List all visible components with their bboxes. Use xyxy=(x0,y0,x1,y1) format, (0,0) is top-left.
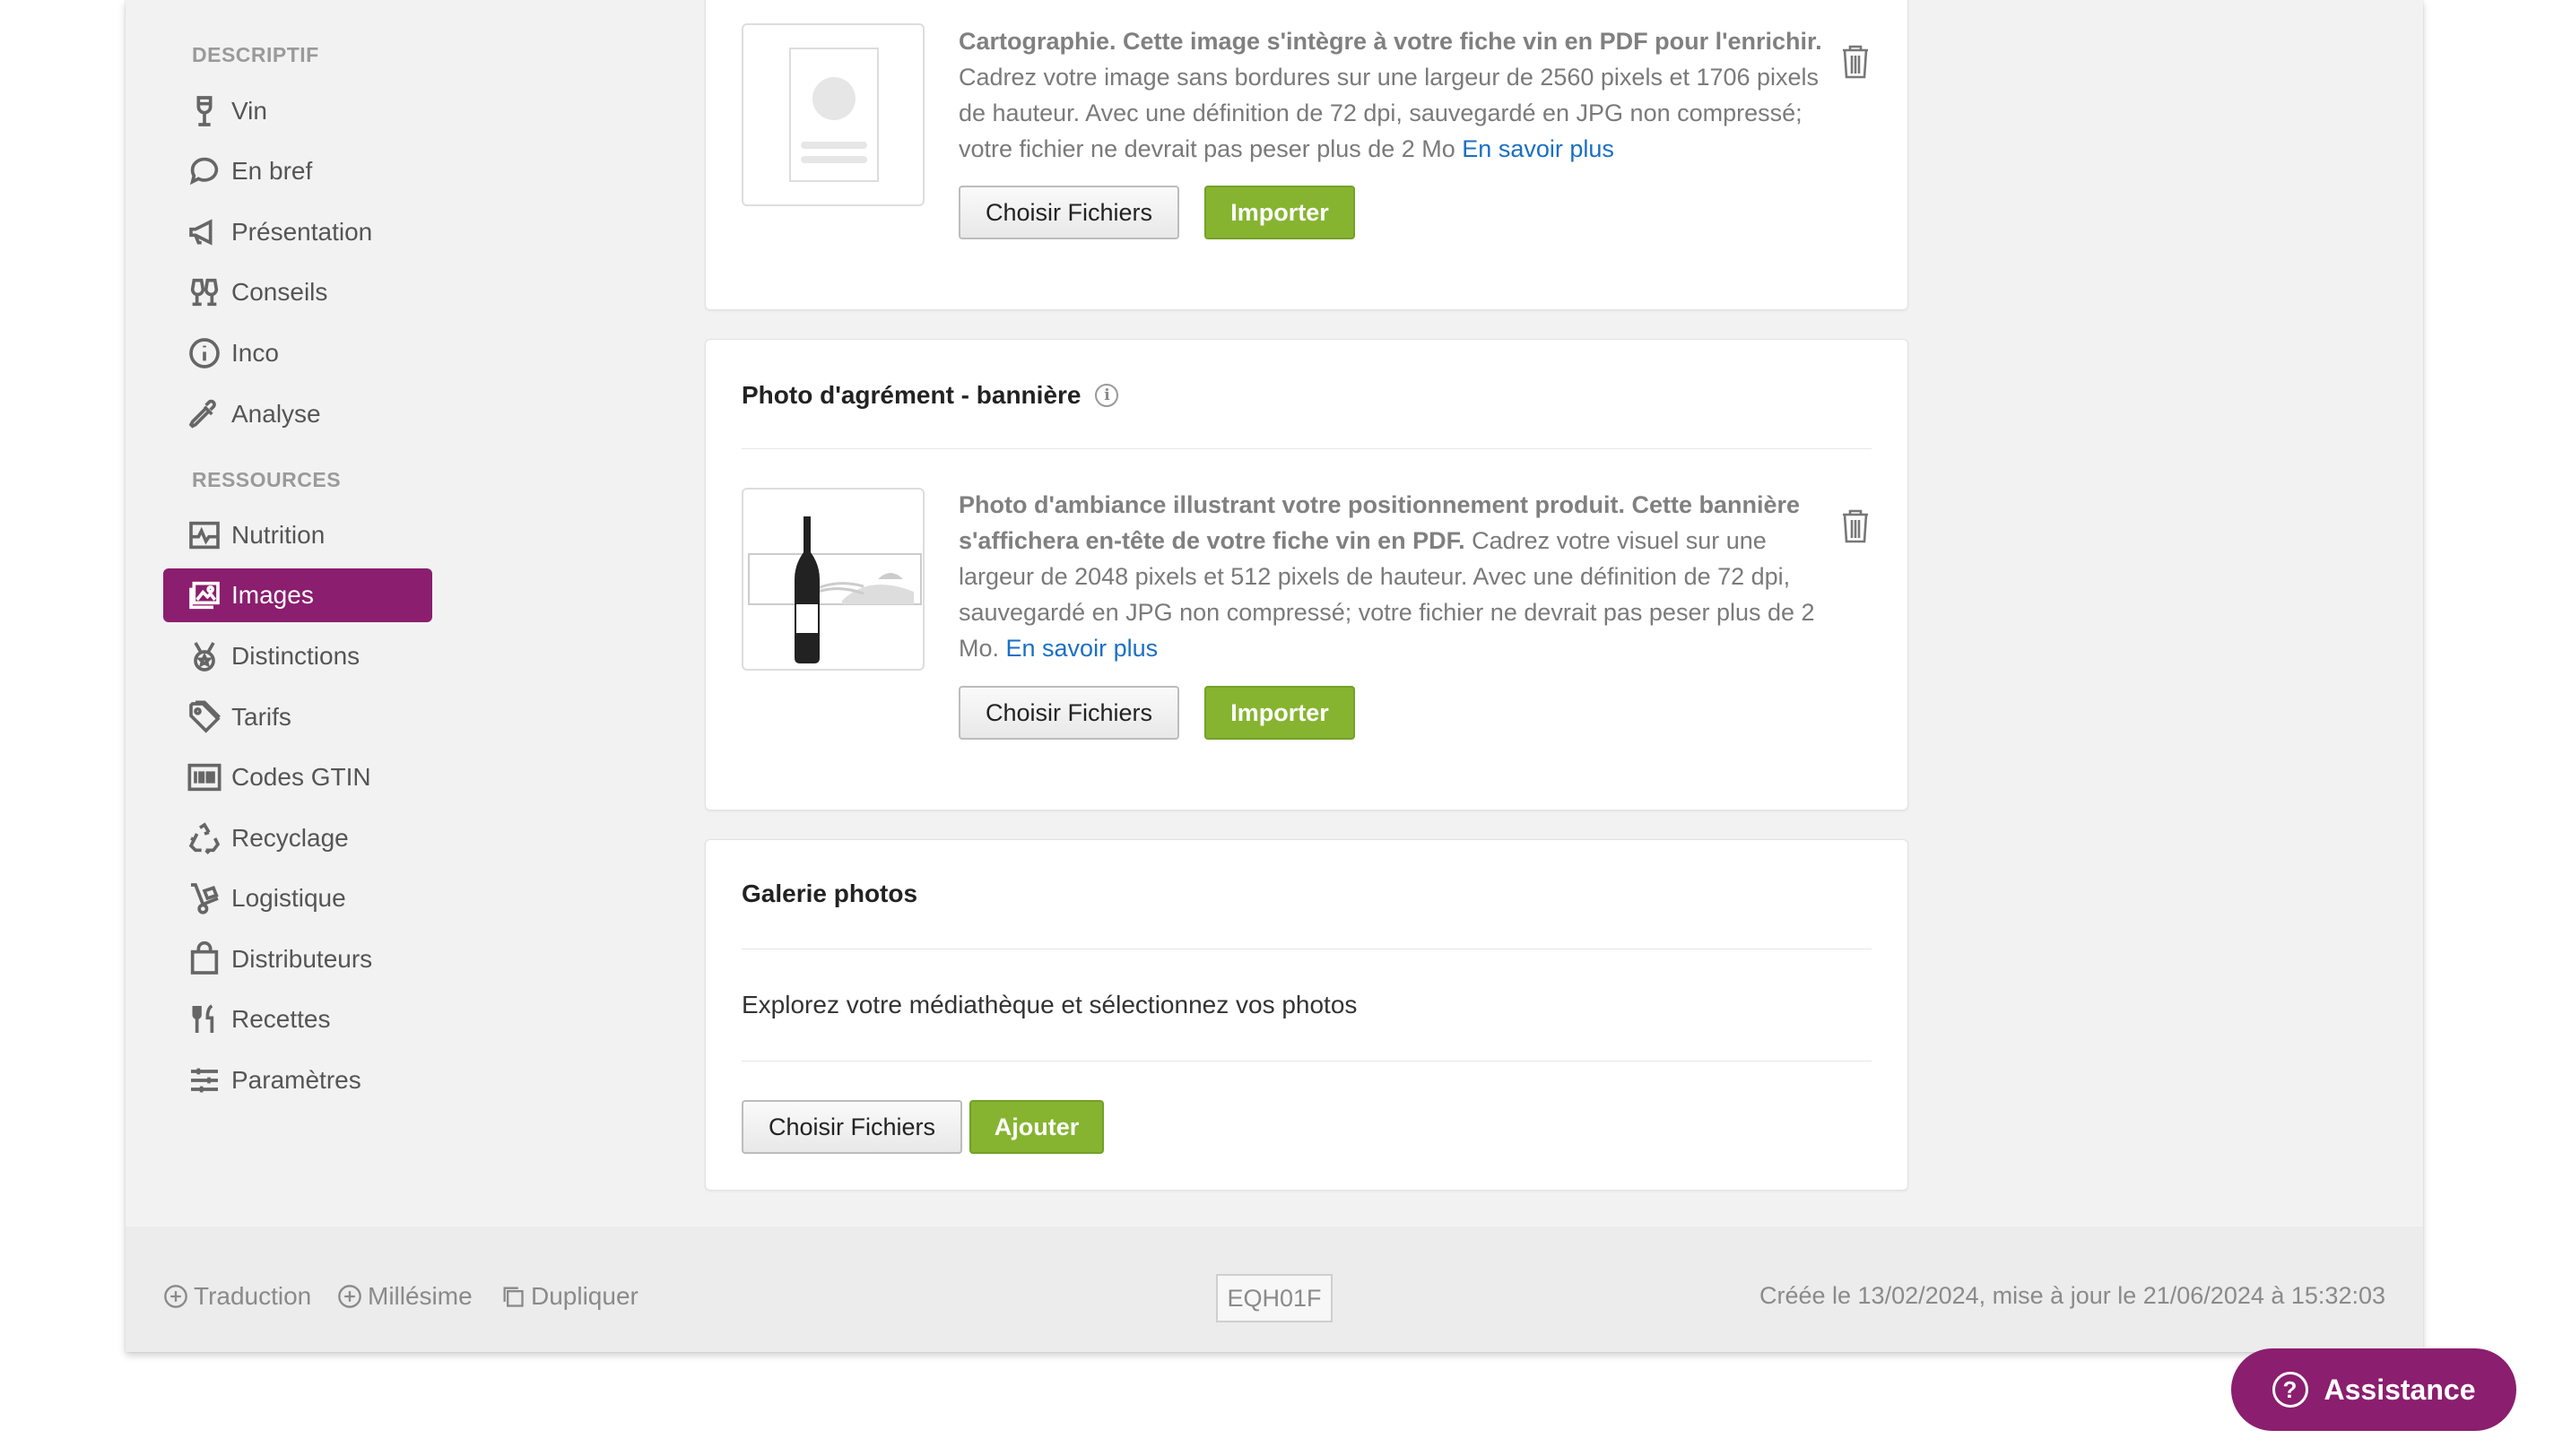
vintage-link[interactable]: Millésime xyxy=(337,1282,473,1311)
pulse-chart-icon xyxy=(185,516,224,555)
banner-thumbnail xyxy=(742,488,925,671)
placeholder-image-icon xyxy=(789,48,879,182)
shopping-bag-icon xyxy=(185,940,224,979)
sidebar-item-inco[interactable]: Inco xyxy=(163,326,432,380)
speech-bubble-icon xyxy=(185,152,224,191)
gallery-text: Explorez votre médiathèque et sélectionn… xyxy=(742,991,1358,1018)
banner-title-text: Photo d'agrément - bannière xyxy=(742,381,1082,409)
cartography-thumbnail xyxy=(742,23,925,206)
gallery-card-title: Galerie photos xyxy=(742,880,918,907)
plus-circle-icon xyxy=(164,1285,187,1308)
sidebar-item-label: Recettes xyxy=(231,1005,331,1033)
sidebar-item-nutrition[interactable]: Nutrition xyxy=(163,508,432,562)
import-button[interactable]: Importer xyxy=(1204,686,1355,740)
wine-bottle-banner-icon xyxy=(748,516,922,663)
cartography-description-bold: Cartographie. Cette image s'intègre à vo… xyxy=(959,28,1822,55)
sidebar-item-label: Présentation xyxy=(231,218,373,246)
import-button[interactable]: Importer xyxy=(1204,186,1355,239)
timestamp: Créée le 13/02/2024, mise à jour le 21/0… xyxy=(1759,1282,2385,1309)
sidebar-item-tarifs[interactable]: Tarifs xyxy=(163,690,432,744)
trash-icon[interactable] xyxy=(1837,506,1873,545)
divider xyxy=(742,448,1872,449)
copy-icon xyxy=(503,1287,524,1307)
sidebar-item-logistique[interactable]: Logistique xyxy=(163,871,432,925)
cartography-learn-more-link[interactable]: En savoir plus xyxy=(1462,135,1614,162)
sidebar-item-conseils[interactable]: Conseils xyxy=(163,265,432,319)
sidebar-item-parametres[interactable]: Paramètres xyxy=(163,1053,432,1107)
section-label-ressources: RESSOURCES xyxy=(192,468,342,491)
megaphone-icon xyxy=(185,212,224,252)
trash-icon[interactable] xyxy=(1837,41,1873,81)
card-banner: Photo d'agrément - bannière i Photo d'am… xyxy=(705,339,1908,810)
pipette-icon xyxy=(185,394,224,434)
sidebar-item-label: Paramètres xyxy=(231,1066,361,1094)
sidebar-item-vin[interactable]: Vin xyxy=(163,84,432,138)
sidebar-item-distinctions[interactable]: Distinctions xyxy=(163,629,432,683)
sidebar-item-label: Distributeurs xyxy=(231,945,373,973)
choose-files-button[interactable]: Choisir Fichiers xyxy=(742,1100,962,1154)
vintage-label: Millésime xyxy=(368,1282,473,1310)
sidebar-item-recyclage[interactable]: Recyclage xyxy=(163,811,432,865)
glasses-toast-icon xyxy=(185,273,224,312)
info-icon[interactable]: i xyxy=(1095,384,1119,407)
sidebar-item-label: Distinctions xyxy=(231,642,361,670)
utensils-icon xyxy=(185,1000,224,1039)
sidebar-item-label: Logistique xyxy=(231,884,346,912)
medal-icon xyxy=(185,637,224,676)
banner-card-title: Photo d'agrément - bannière i xyxy=(742,381,1119,410)
question-circle-icon: ? xyxy=(2272,1372,2308,1408)
sidebar-item-distributeurs[interactable]: Distributeurs xyxy=(163,932,432,986)
sliders-icon xyxy=(185,1061,224,1100)
card-cartographie: Cartographie. Cette image s'intègre à vo… xyxy=(705,0,1908,310)
choose-files-button[interactable]: Choisir Fichiers xyxy=(959,686,1179,740)
sidebar-item-label: Tarifs xyxy=(231,703,291,731)
translation-link[interactable]: Traduction xyxy=(163,1282,311,1311)
sidebar-item-label: Recyclage xyxy=(231,824,349,852)
sidebar-item-label: Vin xyxy=(231,97,267,125)
duplicate-link[interactable]: Dupliquer xyxy=(500,1282,638,1311)
wine-glass-icon xyxy=(185,91,224,131)
section-label-descriptif: DESCRIPTIF xyxy=(192,43,319,66)
sidebar-item-label: Conseils xyxy=(231,278,328,306)
assistance-button[interactable]: ? Assistance xyxy=(2231,1348,2516,1431)
cartography-description-text: Cadrez votre image sans bordures sur une… xyxy=(959,64,1820,162)
assistance-label: Assistance xyxy=(2324,1373,2476,1406)
sidebar-item-label: Codes GTIN xyxy=(231,763,371,791)
price-tag-icon xyxy=(185,698,224,737)
banner-learn-more-link[interactable]: En savoir plus xyxy=(1006,635,1159,662)
plus-circle-icon xyxy=(338,1285,361,1308)
sidebar-item-label: Nutrition xyxy=(231,521,326,549)
images-icon xyxy=(185,576,224,615)
divider xyxy=(742,1061,1872,1062)
sidebar-item-analyse[interactable]: Analyse xyxy=(163,387,432,441)
info-circle-icon xyxy=(185,334,224,373)
product-code: EQH01F xyxy=(1216,1274,1333,1322)
recycle-icon xyxy=(185,819,224,858)
sidebar-item-label: Inco xyxy=(231,339,279,367)
add-button[interactable]: Ajouter xyxy=(969,1100,1104,1154)
hand-truck-icon xyxy=(185,879,224,918)
sidebar-item-label: Analyse xyxy=(231,400,321,428)
sidebar-item-presentation[interactable]: Présentation xyxy=(163,205,432,259)
sidebar-item-label: En bref xyxy=(231,157,313,185)
sidebar-item-codes-gtin[interactable]: Codes GTIN xyxy=(163,750,432,804)
sidebar-item-label: Images xyxy=(231,581,314,609)
barcode-icon xyxy=(185,758,224,797)
cartography-description: Cartographie. Cette image s'intègre à vo… xyxy=(959,23,1846,167)
banner-description: Photo d'ambiance illustrant votre positi… xyxy=(959,487,1846,666)
duplicate-label: Dupliquer xyxy=(531,1282,638,1310)
translation-label: Traduction xyxy=(194,1282,312,1310)
card-gallery: Galerie photos Explorez votre médiathèqu… xyxy=(705,839,1908,1191)
choose-files-button[interactable]: Choisir Fichiers xyxy=(959,186,1179,239)
sidebar-item-recettes[interactable]: Recettes xyxy=(163,992,432,1046)
sidebar-item-images[interactable]: Images xyxy=(163,568,432,622)
sidebar-item-en-bref[interactable]: En bref xyxy=(163,144,432,198)
